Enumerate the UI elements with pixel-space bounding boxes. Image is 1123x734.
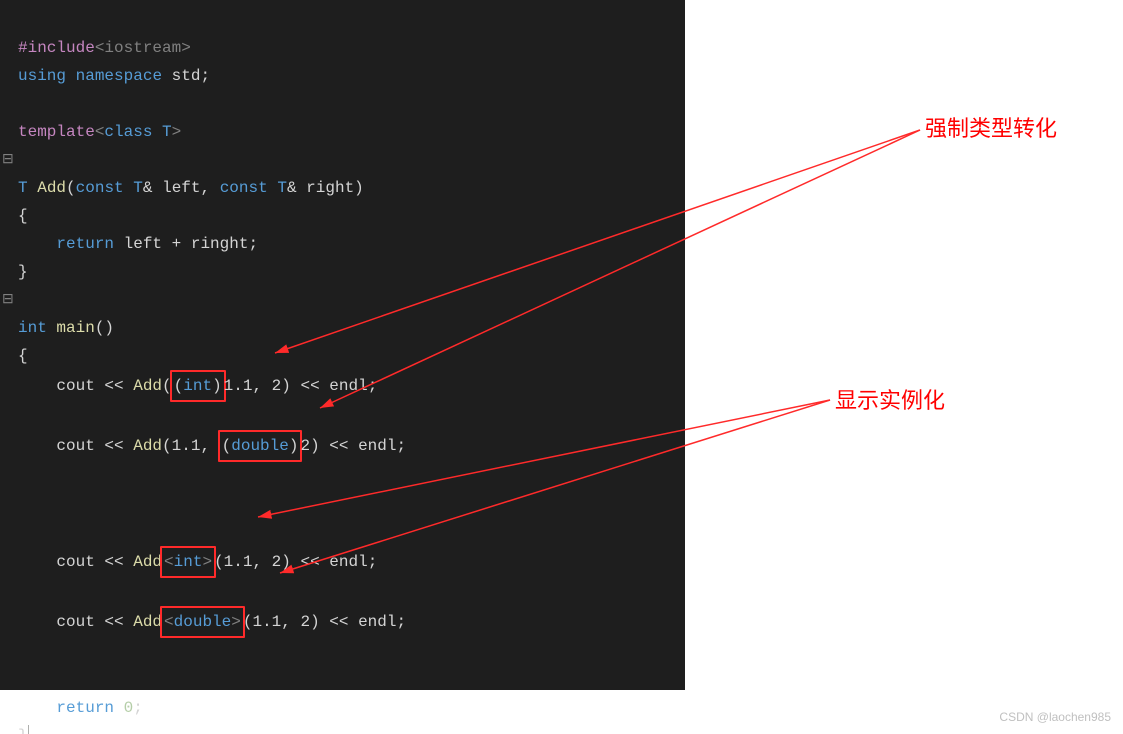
annotation-cast-label: 强制类型转化 [925,110,1057,149]
cast-double-box: (double) [218,430,303,462]
explicit-int-box: <int> [160,546,216,578]
watermark: CSDN @laochen985 [999,707,1111,728]
annotation-explicit-label: 显示实例化 [835,382,945,421]
explicit-double-box: <double> [160,606,245,638]
text-cursor [28,725,29,734]
fold-icon[interactable]: ⊟ [2,286,14,314]
preproc-include: #include [18,39,95,57]
fold-icon[interactable]: ⊟ [2,146,14,174]
cast-int-box: (int) [170,370,226,402]
code-editor: #include<iostream> using namespace std; … [0,0,685,690]
code-block: #include<iostream> using namespace std; … [8,6,685,734]
